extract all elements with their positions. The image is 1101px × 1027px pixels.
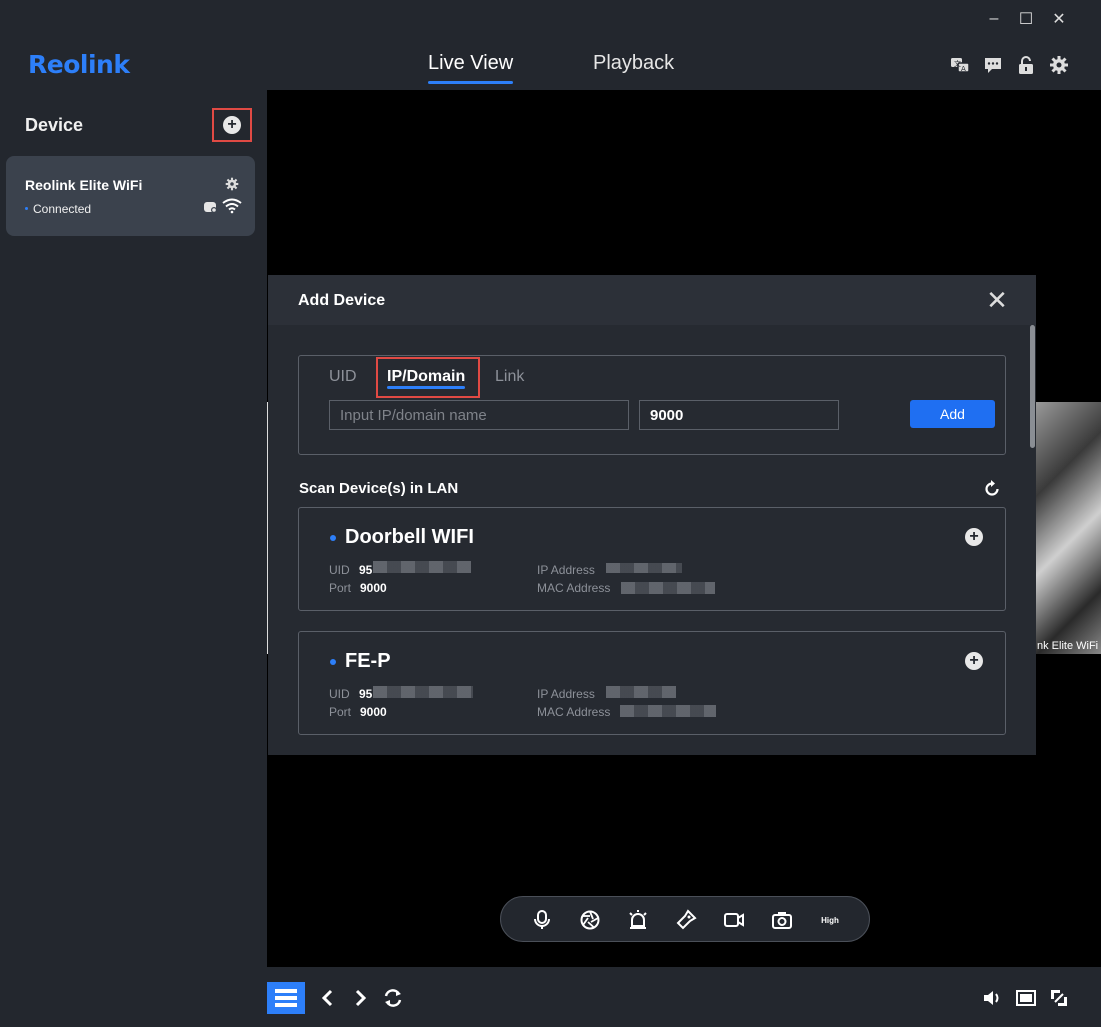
active-tab-indicator xyxy=(428,81,513,84)
add-device-button[interactable]: + xyxy=(212,108,252,142)
device-list-item[interactable]: Reolink Elite WiFi Connected xyxy=(6,156,255,236)
sync-icon[interactable] xyxy=(382,987,404,1009)
mac-address-label: MAC Address xyxy=(537,581,611,595)
close-window-button[interactable]: ✕ xyxy=(1048,8,1070,30)
live-controls-bar: High xyxy=(500,896,870,942)
siren-icon[interactable] xyxy=(627,909,649,931)
add-scanned-device-icon[interactable]: + xyxy=(965,528,983,546)
bottom-toolbar xyxy=(267,967,1101,1027)
gear-icon[interactable] xyxy=(1049,55,1069,75)
dialog-header: Add Device ✕ xyxy=(268,275,1036,325)
volume-icon[interactable] xyxy=(981,987,1003,1009)
scanned-device-name: Doorbell WIFI xyxy=(345,526,474,548)
redacted-mac xyxy=(621,582,715,594)
snapshot-icon[interactable] xyxy=(771,909,793,931)
reolink-logo: Reolink xyxy=(28,50,130,79)
title-bar: Reolink Live View Playback – ☐ ✕ 文 A xyxy=(0,0,1101,90)
uid-prefix: 95 xyxy=(359,563,373,577)
redacted-uid xyxy=(373,686,473,698)
ip-address-label: IP Address xyxy=(537,563,595,577)
uid-prefix: 95 xyxy=(359,687,373,701)
aperture-icon[interactable] xyxy=(579,909,601,931)
tab-playback[interactable]: Playback xyxy=(593,52,674,75)
screen-icon[interactable] xyxy=(1015,987,1037,1009)
port-label: Port xyxy=(329,581,352,595)
tab-live-view[interactable]: Live View xyxy=(428,52,513,75)
device-sidebar: Device + Reolink Elite WiFi Connected xyxy=(0,90,267,1027)
tab-uid[interactable]: UID xyxy=(329,368,357,386)
device-name: Reolink Elite WiFi xyxy=(25,177,143,193)
chevron-right-icon[interactable] xyxy=(349,987,371,1009)
ip-address-label: IP Address xyxy=(537,687,595,701)
redacted-uid xyxy=(373,561,471,573)
stream-quality-label: High xyxy=(821,915,839,925)
maximize-button[interactable]: ☐ xyxy=(1015,8,1037,30)
minimize-button[interactable]: – xyxy=(983,8,1005,30)
lock-icon[interactable] xyxy=(1016,55,1036,75)
add-button[interactable]: Add xyxy=(910,400,995,428)
flashlight-icon[interactable] xyxy=(675,909,697,931)
redacted-mac xyxy=(620,705,716,717)
camera-feed-label: nk Elite WiFi xyxy=(1037,640,1099,652)
port-label: Port xyxy=(329,705,352,719)
scanned-device-item: FE-P + UID 95 Port 9000 IP Address MAC A… xyxy=(298,631,1006,735)
plus-circle-icon: + xyxy=(223,116,241,134)
camera-device-icon xyxy=(204,202,217,213)
scan-lan-title: Scan Device(s) in LAN xyxy=(299,480,459,497)
status-dot xyxy=(25,207,28,210)
port-value: 9000 xyxy=(360,705,387,719)
wifi-icon xyxy=(222,198,242,214)
device-dot xyxy=(330,535,336,541)
device-settings-gear-icon[interactable] xyxy=(225,177,239,191)
scanned-device-name: FE-P xyxy=(345,650,391,672)
uid-label: UID xyxy=(329,687,350,701)
add-device-dialog: Add Device ✕ UID IP/Domain Link Add Scan… xyxy=(268,275,1036,755)
chevron-left-icon[interactable] xyxy=(317,987,339,1009)
dialog-title: Add Device xyxy=(298,292,386,309)
translate-icon[interactable]: 文 A xyxy=(950,55,970,75)
redacted-ip xyxy=(606,686,676,698)
svg-text:文: 文 xyxy=(954,59,961,68)
layout-list-button[interactable] xyxy=(267,982,305,1014)
record-video-icon[interactable] xyxy=(723,909,745,931)
chat-icon[interactable] xyxy=(983,55,1003,75)
fullscreen-icon[interactable] xyxy=(1048,987,1070,1009)
svg-text:A: A xyxy=(961,65,966,73)
port-value: 9000 xyxy=(360,581,387,595)
mac-address-label: MAC Address xyxy=(537,705,611,719)
add-method-panel: UID IP/Domain Link Add xyxy=(298,355,1006,455)
device-dot xyxy=(330,659,336,665)
stream-quality-button[interactable]: High xyxy=(819,909,841,931)
tab-ip-domain[interactable]: IP/Domain xyxy=(387,368,465,386)
camera-feed[interactable] xyxy=(1035,402,1101,654)
scanned-device-item: Doorbell WIFI + UID 95 Port 9000 IP Addr… xyxy=(298,507,1006,611)
close-icon[interactable]: ✕ xyxy=(984,285,1010,315)
device-status: Connected xyxy=(33,202,92,216)
ip-domain-input[interactable] xyxy=(329,400,629,430)
redacted-ip xyxy=(606,563,682,573)
uid-label: UID xyxy=(329,563,350,577)
refresh-icon[interactable] xyxy=(982,479,1002,499)
dialog-scrollbar[interactable] xyxy=(1030,325,1035,448)
microphone-icon[interactable] xyxy=(531,909,553,931)
add-scanned-device-icon[interactable]: + xyxy=(965,652,983,670)
sidebar-title: Device xyxy=(25,115,84,135)
tab-link[interactable]: Link xyxy=(495,368,524,386)
port-input[interactable] xyxy=(639,400,839,430)
active-tab-indicator xyxy=(387,386,465,389)
